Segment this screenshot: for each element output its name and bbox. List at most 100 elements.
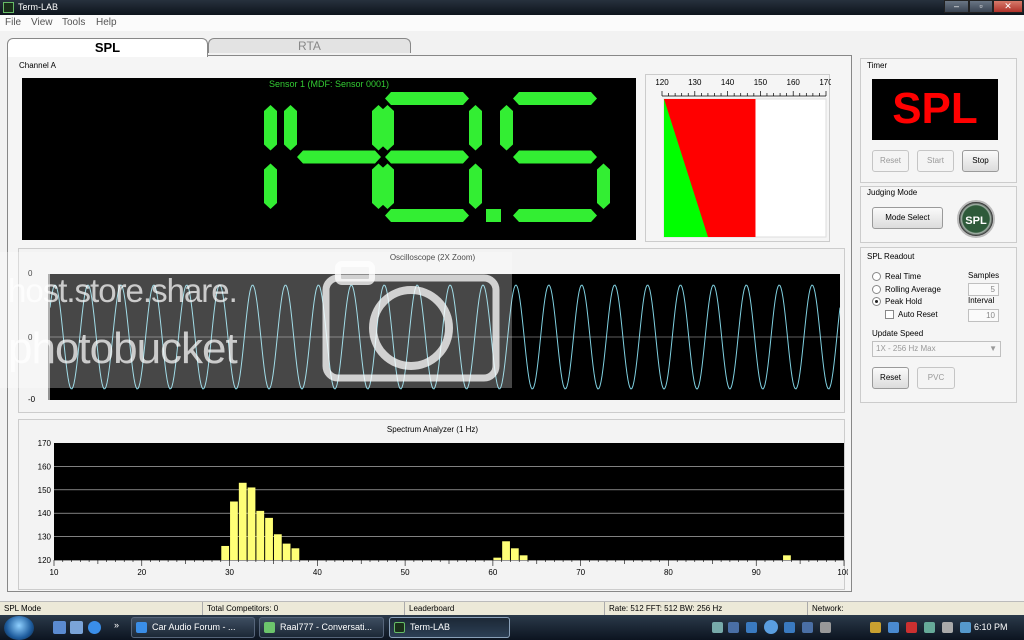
- spectrum-y-tick: 120: [38, 556, 52, 565]
- timer-display: SPL: [872, 79, 998, 140]
- taskbar-item-car-audio-forum[interactable]: Car Audio Forum - ...: [131, 617, 255, 638]
- digit-segment-e: [372, 163, 385, 209]
- menu-view[interactable]: View: [31, 17, 53, 28]
- menu-bar: File View Tools Help: [0, 15, 1024, 31]
- auto-reset-checkbox[interactable]: [885, 310, 894, 319]
- update-speed-value: 1X - 256 Hz Max: [876, 344, 936, 353]
- spectrum-bar: [238, 482, 247, 560]
- spl-readout-label: SPL Readout: [867, 252, 915, 261]
- spectrum-bar: [783, 555, 791, 560]
- minimize-button[interactable]: –: [944, 0, 969, 13]
- title-bar: Term-LAB – ▫ ✕: [0, 0, 1024, 15]
- timer-start-button[interactable]: Start: [917, 150, 954, 172]
- digit-segment-g: [385, 150, 469, 164]
- tray-app-icon[interactable]: [906, 622, 917, 633]
- media-volume-icon[interactable]: [820, 622, 831, 633]
- volume-icon[interactable]: [942, 622, 953, 633]
- timer-stop-button[interactable]: Stop: [962, 150, 999, 172]
- scope-y-tick-bottom: -0: [28, 395, 36, 404]
- media-next-icon[interactable]: [784, 622, 795, 633]
- meter-tick-label: 120: [655, 78, 669, 87]
- spectrum-y-tick: 130: [38, 533, 52, 542]
- spectrum-bar: [493, 557, 502, 560]
- digit-segment-c: [469, 163, 482, 209]
- readout-reset-button[interactable]: Reset: [872, 367, 909, 389]
- start-button[interactable]: [4, 616, 34, 640]
- spectrum-x-tick: 40: [313, 568, 322, 577]
- spectrum-bar: [291, 548, 300, 560]
- mode-select-button[interactable]: Mode Select: [872, 207, 943, 229]
- media-stop-icon[interactable]: [802, 622, 813, 633]
- tray-app-icon[interactable]: [960, 622, 971, 633]
- digit-segment-c: [264, 163, 277, 209]
- samples-input[interactable]: 5: [968, 283, 999, 296]
- menu-tools[interactable]: Tools: [62, 17, 85, 28]
- tray-app-icon[interactable]: [888, 622, 899, 633]
- digit-segment-c: [597, 163, 610, 209]
- spectrum-x-tick: 80: [664, 568, 673, 577]
- clock: 6:10 PM: [974, 622, 1008, 632]
- quicklaunch-more-icon[interactable]: »: [114, 620, 119, 630]
- task-label: Car Audio Forum - ...: [152, 622, 236, 632]
- watermark-line2: photobucket: [8, 324, 238, 373]
- digit-segment-b: [469, 105, 482, 151]
- maximize-button[interactable]: ▫: [969, 0, 993, 13]
- tab-rta[interactable]: RTA: [208, 38, 411, 53]
- tab-spl[interactable]: SPL: [7, 38, 208, 57]
- real-time-radio[interactable]: [872, 272, 881, 281]
- taskbar-item-conversation[interactable]: Raal777 - Conversati...: [259, 617, 384, 638]
- meter-tick-label: 130: [688, 78, 702, 87]
- spectrum-display: [54, 443, 844, 560]
- interval-input[interactable]: 10: [968, 309, 999, 322]
- timer-reset-button[interactable]: Reset: [872, 150, 909, 172]
- spectrum-bar: [230, 501, 238, 560]
- show-desktop-icon[interactable]: [53, 621, 66, 634]
- auto-reset-label: Auto Reset: [898, 310, 938, 319]
- status-mode: SPL Mode: [0, 602, 203, 616]
- level-meter-graphic: 120 130 140 150 160 170: [655, 78, 833, 238]
- internet-explorer-icon[interactable]: [88, 621, 101, 634]
- digit-segment-b: [264, 105, 277, 151]
- spectrum-x-tick: 30: [225, 568, 234, 577]
- switch-windows-icon[interactable]: [70, 621, 83, 634]
- status-network: Network:: [812, 604, 844, 613]
- rolling-average-radio[interactable]: [872, 285, 881, 294]
- status-competitors: Total Competitors: 0: [203, 602, 405, 616]
- spl-logo-icon: SPL: [957, 200, 995, 238]
- pvc-button[interactable]: PVC: [917, 367, 955, 389]
- status-leaderboard: Leaderboard: [405, 602, 605, 616]
- status-rate: Rate: 512 FFT: 512 BW: 256 Hz: [605, 602, 808, 616]
- digit-segment-d: [385, 209, 469, 222]
- spl-digital-display: Sensor 1 (MDF: Sensor 0001): [22, 78, 636, 240]
- taskbar-item-term-lab[interactable]: Term-LAB: [389, 617, 510, 638]
- tray-chevron-icon[interactable]: [712, 622, 723, 633]
- menu-file[interactable]: File: [5, 17, 21, 28]
- chevron-down-icon: ▼: [989, 344, 997, 353]
- camera-icon: [322, 261, 500, 382]
- messenger-icon: [264, 622, 275, 633]
- media-play-icon[interactable]: [764, 620, 778, 634]
- peak-hold-radio[interactable]: [872, 297, 881, 306]
- digit-segment-f: [372, 105, 385, 151]
- spectrum-bar: [502, 541, 510, 560]
- digit-segment-f: [500, 105, 513, 151]
- update-speed-select[interactable]: 1X - 256 Hz Max ▼: [872, 341, 1001, 357]
- peak-hold-label: Peak Hold: [885, 297, 922, 306]
- spectrum-title: Spectrum Analyzer (1 Hz): [386, 425, 479, 434]
- digit-segment-g: [513, 150, 597, 164]
- menu-help[interactable]: Help: [96, 17, 117, 28]
- judging-mode-label: Judging Mode: [867, 188, 918, 197]
- network-icon[interactable]: [924, 622, 935, 633]
- window-title: Term-LAB: [18, 2, 59, 12]
- media-prev-icon[interactable]: [746, 622, 757, 633]
- spectrum-bar: [221, 545, 230, 560]
- media-icon[interactable]: [728, 622, 739, 633]
- decimal-point-segment: [486, 209, 501, 222]
- close-button[interactable]: ✕: [993, 0, 1023, 13]
- term-lab-icon: [394, 622, 405, 633]
- samples-label: Samples: [968, 271, 1000, 280]
- app-icon: [3, 2, 14, 13]
- task-label: Term-LAB: [410, 622, 451, 632]
- tray-app-icon[interactable]: [870, 622, 881, 633]
- spectrum-bar: [519, 555, 528, 560]
